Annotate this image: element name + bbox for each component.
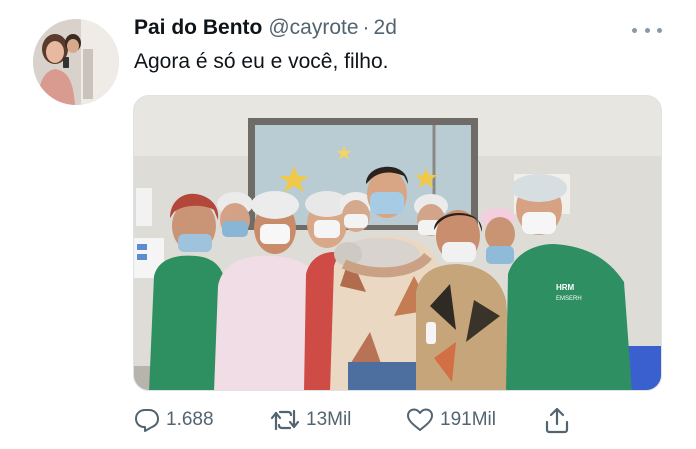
- action-bar: 1.688 13Mil 191Mil: [134, 404, 584, 436]
- like-button[interactable]: 191Mil: [406, 404, 496, 436]
- avatar-photo: [33, 19, 119, 105]
- retweet-icon: [270, 409, 300, 431]
- reply-button[interactable]: 1.688: [134, 404, 214, 436]
- like-count: 191Mil: [440, 409, 496, 430]
- reply-icon: [135, 409, 159, 432]
- retweet-count: 13Mil: [306, 409, 352, 430]
- share-button[interactable]: [544, 404, 570, 436]
- reply-count: 1.688: [166, 409, 214, 430]
- retweet-button[interactable]: 13Mil: [270, 404, 351, 436]
- more-icon[interactable]: [632, 20, 662, 40]
- tweet: Pai do Bento @cayrote · 2d Agora é só eu…: [0, 0, 696, 449]
- scrub-logo-hrm: HRM: [556, 283, 575, 292]
- group-photo: HRM EMSERH: [134, 96, 661, 390]
- user-handle[interactable]: @cayrote: [268, 16, 358, 40]
- tweet-media[interactable]: HRM EMSERH: [133, 95, 662, 391]
- display-name[interactable]: Pai do Bento: [134, 16, 262, 40]
- tweet-header: Pai do Bento @cayrote · 2d: [134, 16, 397, 46]
- avatar[interactable]: [33, 19, 119, 105]
- share-icon: [545, 407, 569, 434]
- timestamp[interactable]: 2d: [374, 16, 397, 40]
- separator-dot: ·: [362, 16, 370, 39]
- scrub-logo-emserh: EMSERH: [556, 296, 582, 302]
- tweet-text: Agora é só eu e você, filho.: [134, 50, 389, 73]
- heart-icon: [407, 408, 433, 431]
